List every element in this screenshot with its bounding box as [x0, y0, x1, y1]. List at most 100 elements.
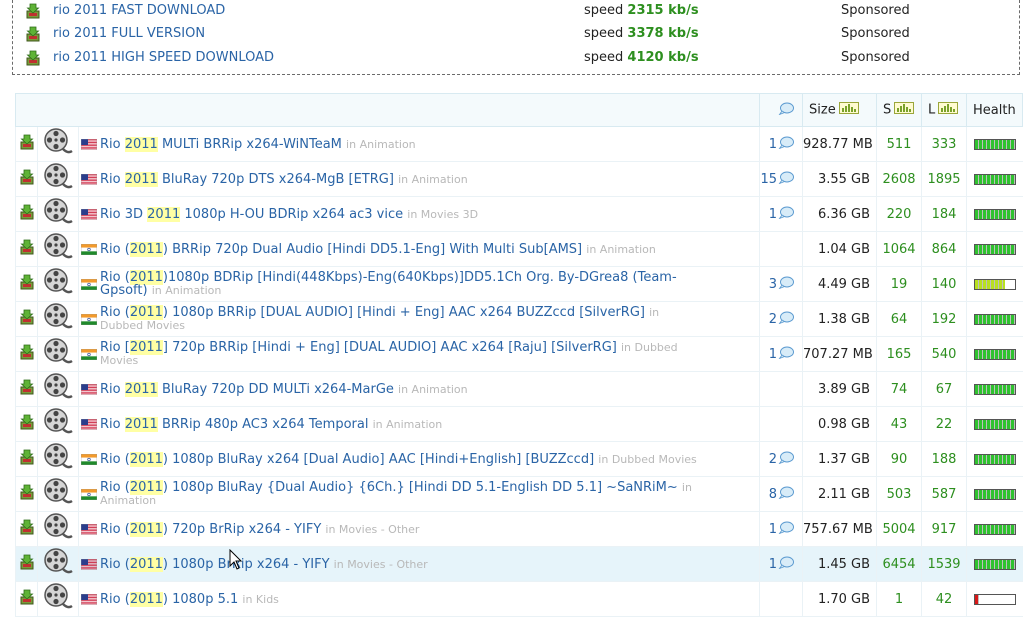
download-icon[interactable] — [19, 414, 35, 434]
film-reel-icon[interactable] — [43, 582, 73, 616]
sponsored-link[interactable]: rio 2011 FAST DOWNLOAD — [53, 0, 225, 22]
comments-cell[interactable] — [759, 371, 803, 407]
comment-bubble-icon[interactable] — [778, 521, 795, 538]
torrent-link[interactable]: Rio (2011) 1080p BrRip x264 - YIFY — [100, 556, 330, 572]
comment-count[interactable]: 2 — [769, 452, 777, 467]
sort-icon[interactable] — [894, 102, 915, 118]
comment-bubble-icon[interactable] — [778, 136, 795, 153]
table-row[interactable]: Rio [2011] 720p BRRip [Hindi + Eng] [DUA… — [15, 336, 1023, 372]
sort-icon[interactable] — [938, 102, 959, 118]
comment-count[interactable]: 1 — [769, 347, 777, 362]
comments-cell[interactable]: 1 — [759, 511, 803, 547]
comment-count[interactable]: 1 — [769, 137, 777, 152]
table-row[interactable]: Rio 2011 BluRay 720p DD MULTi x264-MarGe… — [15, 371, 1023, 407]
film-reel-icon[interactable] — [43, 302, 73, 336]
torrent-link[interactable]: Rio (2011) 1080p BluRay x264 [Dual Audio… — [100, 451, 594, 467]
film-reel-icon[interactable] — [43, 162, 73, 196]
film-reel-icon[interactable] — [43, 127, 73, 161]
torrent-link[interactable]: Rio (2011) 1080p 5.1 — [100, 591, 238, 607]
comments-cell[interactable] — [759, 406, 803, 442]
download-icon[interactable] — [19, 204, 35, 224]
comment-bubble-icon[interactable] — [778, 171, 795, 188]
comment-count[interactable]: 1 — [769, 557, 777, 572]
title-cell: Rio (2011) 720p BrRip x264 - YIFY in Mov… — [77, 511, 760, 547]
film-reel-icon[interactable] — [43, 477, 73, 511]
table-row[interactable]: Rio (2011) 1080p BluRay {Dual Audio} {6C… — [15, 476, 1023, 512]
comments-cell[interactable] — [759, 231, 803, 267]
comment-count[interactable]: 15 — [761, 172, 778, 187]
torrent-link[interactable]: Rio (2011) 720p BrRip x264 - YIFY — [100, 521, 321, 537]
comment-count[interactable]: 2 — [769, 312, 777, 327]
film-reel-icon[interactable] — [43, 267, 73, 301]
comments-cell[interactable]: 2 — [759, 441, 803, 477]
comments-cell[interactable]: 8 — [759, 476, 803, 512]
sponsored-link[interactable]: rio 2011 FULL VERSION — [53, 23, 205, 45]
comment-count[interactable]: 8 — [769, 487, 777, 502]
comments-cell[interactable]: 1 — [759, 196, 803, 232]
film-reel-icon[interactable] — [43, 512, 73, 546]
film-reel-icon[interactable] — [43, 232, 73, 266]
download-icon[interactable] — [19, 589, 35, 609]
table-row[interactable]: Rio (2011) 1080p BRRip [DUAL AUDIO] [Hin… — [15, 301, 1023, 337]
torrent-link[interactable]: Rio 2011 BRRip 480p AC3 x264 Temporal — [100, 416, 368, 432]
download-icon[interactable] — [19, 309, 35, 329]
download-icon[interactable] — [19, 484, 35, 504]
table-row[interactable]: Rio 3D 2011 1080p H-OU BDRip x264 ac3 vi… — [15, 196, 1023, 232]
comment-bubble-icon[interactable] — [778, 556, 795, 573]
comments-cell[interactable]: 2 — [759, 301, 803, 337]
comments-cell[interactable]: 1 — [759, 336, 803, 372]
table-row[interactable]: Rio 2011 BRRip 480p AC3 x264 Temporal in… — [15, 406, 1023, 442]
table-row[interactable]: Rio 2011 MULTi BRRip x264-WiNTeaM in Ani… — [15, 126, 1023, 162]
torrent-link[interactable]: Rio (2011) BRRip 720p Dual Audio [Hindi … — [100, 241, 582, 257]
table-row[interactable]: Rio (2011) 1080p BrRip x264 - YIFY in Mo… — [15, 546, 1023, 582]
film-reel-icon[interactable] — [43, 197, 73, 231]
download-icon[interactable] — [19, 379, 35, 399]
header-size[interactable]: Size — [802, 93, 878, 127]
comments-cell[interactable]: 1 — [759, 126, 803, 162]
comments-cell[interactable]: 3 — [759, 266, 803, 302]
torrent-link[interactable]: Rio [2011] 720p BRRip [Hindi + Eng] [DUA… — [100, 340, 617, 355]
comment-bubble-icon[interactable] — [778, 276, 795, 293]
download-icon[interactable] — [19, 169, 35, 189]
download-icon[interactable] — [19, 554, 35, 574]
comment-bubble-icon[interactable] — [778, 346, 795, 363]
sort-icon[interactable] — [838, 102, 859, 118]
table-row[interactable]: Rio (2011)1080p BDRip [Hindi(448Kbps)-En… — [15, 266, 1023, 302]
torrent-link[interactable]: Rio (2011) 1080p BRRip [DUAL AUDIO] [Hin… — [100, 305, 645, 320]
comment-count[interactable]: 3 — [769, 277, 777, 292]
film-reel-icon[interactable] — [43, 407, 73, 441]
table-row[interactable]: Rio 2011 BluRay 720p DTS x264-MgB [ETRG]… — [15, 161, 1023, 197]
comments-cell[interactable]: 1 — [759, 546, 803, 582]
header-seeders[interactable]: S — [876, 93, 923, 127]
torrent-link[interactable]: Rio 2011 MULTi BRRip x264-WiNTeaM — [100, 136, 342, 152]
download-icon[interactable] — [19, 134, 35, 154]
torrent-link[interactable]: Rio 2011 BluRay 720p DTS x264-MgB [ETRG] — [100, 171, 394, 187]
download-icon[interactable] — [19, 239, 35, 259]
table-row[interactable]: Rio (2011) 720p BrRip x264 - YIFY in Mov… — [15, 511, 1023, 547]
download-icon[interactable] — [19, 449, 35, 469]
film-reel-icon[interactable] — [43, 372, 73, 406]
sponsored-link[interactable]: rio 2011 HIGH SPEED DOWNLOAD — [53, 47, 274, 69]
size-cell: 6.36 GB — [802, 196, 877, 232]
torrent-link[interactable]: Rio (2011) 1080p BluRay {Dual Audio} {6C… — [100, 480, 678, 495]
download-icon[interactable] — [19, 344, 35, 364]
film-reel-icon[interactable] — [43, 337, 73, 371]
table-row[interactable]: Rio (2011) BRRip 720p Dual Audio [Hindi … — [15, 231, 1023, 267]
header-comments[interactable] — [759, 93, 804, 127]
header-leechers[interactable]: L — [921, 93, 968, 127]
comment-bubble-icon[interactable] — [778, 311, 795, 328]
comment-bubble-icon[interactable] — [778, 451, 795, 468]
comments-cell[interactable]: 15 — [759, 161, 803, 197]
download-icon[interactable] — [19, 274, 35, 294]
download-icon[interactable] — [25, 50, 41, 74]
table-row[interactable]: Rio (2011) 1080p BluRay x264 [Dual Audio… — [15, 441, 1023, 477]
comment-count[interactable]: 1 — [769, 522, 777, 537]
torrent-link[interactable]: Rio 3D 2011 1080p H-OU BDRip x264 ac3 vi… — [100, 206, 403, 222]
comment-bubble-icon[interactable] — [778, 206, 795, 223]
comment-count[interactable]: 1 — [769, 207, 777, 222]
film-reel-icon[interactable] — [43, 442, 73, 476]
comment-bubble-icon[interactable] — [778, 486, 795, 503]
download-icon[interactable] — [19, 519, 35, 539]
torrent-link[interactable]: Rio 2011 BluRay 720p DD MULTi x264-MarGe — [100, 381, 394, 397]
film-reel-icon[interactable] — [43, 547, 73, 581]
